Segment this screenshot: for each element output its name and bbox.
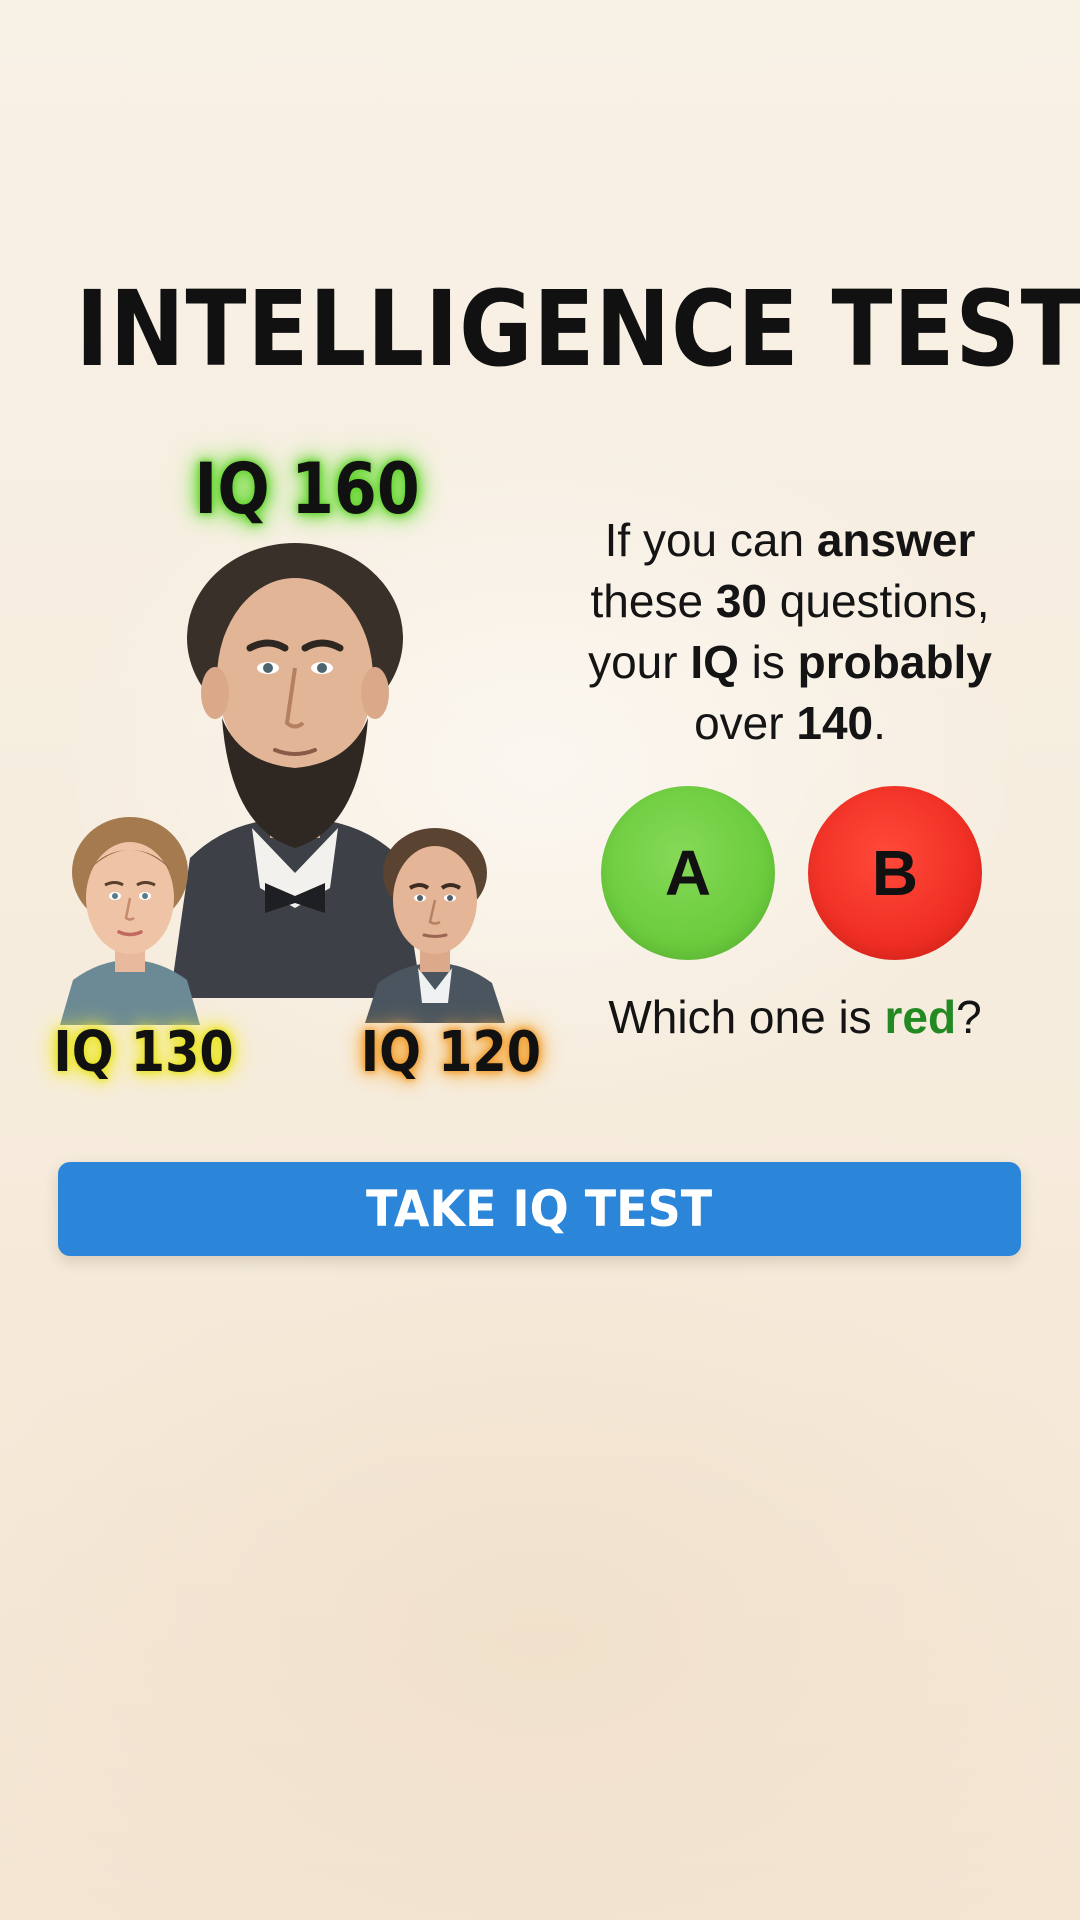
choice-prompt-text: Which one is [608,991,885,1043]
question-line-2-text: these [590,575,716,627]
question-line-3: your IQ is probably [555,632,1025,693]
choice-prompt-suffix: ? [956,991,982,1043]
iq-160-label: IQ 160 [194,448,420,530]
question-line-4-text: over [694,697,797,749]
portrait-woman [55,810,205,1025]
take-iq-test-button[interactable]: TAKE IQ TEST [58,1162,1021,1256]
choice-prompt: Which one is red? [555,990,1035,1044]
portrait-young-man-illustration [365,828,505,1023]
question-iq-word: IQ [690,636,739,688]
question-text: If you can answer these 30 questions, yo… [555,510,1025,754]
question-line-3-mid: is [738,636,798,688]
question-line-2-suffix: questions, [767,575,990,627]
question-line-3-text: your [588,636,691,688]
question-line-1-bold: answer [816,514,976,566]
choice-a-button[interactable]: A [601,786,775,960]
iq-130-label: IQ 130 [53,1020,234,1085]
iq-120-label: IQ 120 [360,1020,542,1085]
question-line-4-suffix: . [873,697,886,749]
question-iq-threshold: 140 [796,697,874,749]
question-line-4: over 140. [555,693,1025,754]
portrait-woman-illustration [60,817,200,1025]
question-line-1-text: If you can [604,514,817,566]
question-probably-word: probably [797,636,992,688]
choice-b-button[interactable]: B [808,786,982,960]
choice-prompt-highlight: red [884,991,957,1043]
page-title: INTELLIGENCE TEST [75,268,1080,390]
portrait-young-man [360,818,510,1023]
take-iq-test-label: TAKE IQ TEST [366,1180,713,1238]
question-count: 30 [715,575,767,627]
question-line-2: these 30 questions, [555,571,1025,632]
question-line-1: If you can answer [555,510,1025,571]
